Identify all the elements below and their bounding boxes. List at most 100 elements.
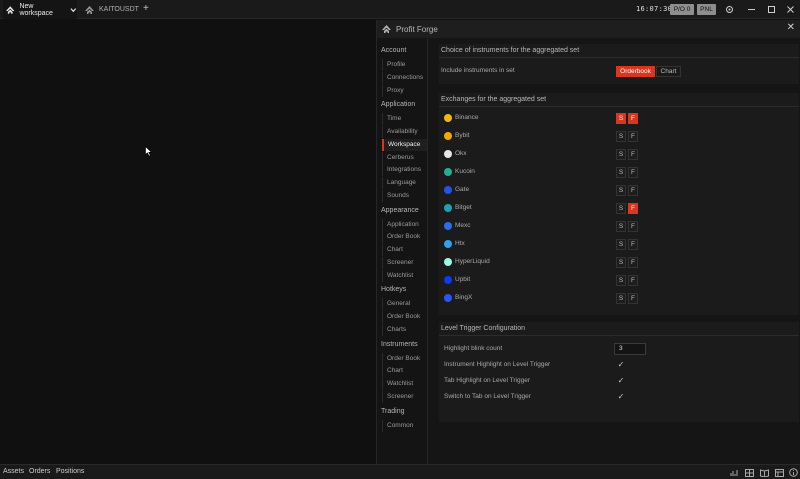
orderbook-option[interactable]: Orderbook [616,66,655,77]
level-trigger-section-title: Level Trigger Configuration [439,322,799,336]
spot-toggle[interactable]: S [616,185,626,196]
orders-tab[interactable]: Orders [29,468,50,475]
gear-icon[interactable] [725,5,734,14]
minimize-icon[interactable] [747,5,756,14]
nav-item-common[interactable]: Common [382,419,427,432]
spot-toggle[interactable]: S [616,239,626,250]
nav-group-application: Application [381,101,416,109]
assets-tab[interactable]: Assets [3,468,24,475]
nav-item-connections[interactable]: Connections [382,71,427,84]
book-icon[interactable] [760,469,769,477]
nav-item-screener[interactable]: Screener [382,390,427,403]
nav-item-watchlist[interactable]: Watchlist [382,378,427,390]
exchange-name: Okx [455,150,467,157]
settings-panel: Profit Forge ✕ Account Profile Connections… [376,20,800,464]
nav-item-availability[interactable]: Availability [382,126,427,138]
nav-group-hotkeys: Hotkeys [381,286,407,294]
spot-toggle[interactable]: S [616,293,626,304]
level-trigger-option-label: Switch to Tab on Level Trigger [444,393,531,400]
blink-count-input[interactable]: 3 [614,343,646,355]
futures-toggle[interactable]: F [628,275,638,286]
logo-icon [5,5,15,14]
futures-toggle[interactable]: F [628,203,638,214]
po-button[interactable]: P/O 0 [670,4,694,15]
bitget-icon [444,204,452,212]
add-tab-button[interactable]: + [143,3,149,14]
exchange-name: Binance [455,114,479,121]
spot-toggle[interactable]: S [616,149,626,160]
bybit-icon [444,132,452,140]
spot-toggle[interactable]: S [616,257,626,268]
nav-item-workspace[interactable]: Workspace [382,138,427,151]
nav-item-order-book[interactable]: Order Book [382,231,427,244]
futures-toggle[interactable]: F [628,185,638,196]
chart-icon[interactable] [730,469,739,477]
futures-toggle[interactable]: F [628,167,638,178]
nav-item-screener[interactable]: Screener [382,256,427,269]
upbit-icon [444,276,452,284]
positions-tab[interactable]: Positions [56,468,84,475]
exchanges-section-title: Exchanges for the aggregated set [439,93,799,107]
gate-icon [444,186,452,194]
panel-close-button[interactable]: ✕ [787,22,795,33]
futures-toggle[interactable]: F [628,293,638,304]
nav-item-watchlist[interactable]: Watchlist [382,269,427,282]
nav-item-order-book[interactable]: Order Book [382,352,427,365]
chevron-down-icon[interactable] [70,7,77,13]
exchange-name: BingX [455,294,473,301]
exchange-name: Htx [455,240,465,247]
nav-item-language[interactable]: Language [382,177,427,189]
nav-item-chart[interactable]: Chart [382,244,427,256]
nav-item-charts[interactable]: Charts [382,323,427,336]
nav-item-proxy[interactable]: Proxy [382,84,427,97]
nav-item-sounds[interactable]: Sounds [382,189,427,202]
nav-item-order-book[interactable]: Order Book [382,311,427,323]
futures-toggle[interactable]: F [628,149,638,160]
nav-item-integrations[interactable]: Integrations [382,164,427,177]
top-bar: New workspace KAITOUSDT + 16:07:30 P/O 0… [0,0,800,19]
check-icon[interactable]: ✓ [616,392,626,402]
tab-instrument[interactable]: KAITOUSDT [82,0,142,19]
spot-toggle[interactable]: S [616,203,626,214]
spot-toggle[interactable]: S [616,131,626,142]
spot-toggle[interactable]: S [616,221,626,232]
spot-toggle[interactable]: S [616,167,626,178]
nav-item-profile[interactable]: Profile [382,59,427,71]
spot-toggle[interactable]: S [616,113,626,124]
mexc-icon [444,222,452,230]
panel-title: Profit Forge [396,24,438,34]
maximize-icon[interactable] [767,5,776,14]
nav-item-application[interactable]: Application [382,218,427,231]
bottom-bar: Assets Orders Positions [0,464,800,479]
table-icon[interactable] [775,469,784,477]
chart-option[interactable]: Chart [656,66,681,77]
level-trigger-option-label: Instrument Highlight on Level Trigger [444,361,551,368]
settings-panel-header: Profit Forge ✕ [377,20,800,38]
info-icon[interactable] [789,468,798,477]
close-icon[interactable] [786,5,795,14]
level-trigger-section: Level Trigger Configuration Highlight bl… [439,322,799,422]
nav-item-cerberus[interactable]: Cerberus [382,151,427,164]
futures-toggle[interactable]: F [628,113,638,124]
workspace-area[interactable] [0,20,376,464]
futures-toggle[interactable]: F [628,221,638,232]
nav-item-chart[interactable]: Chart [382,365,427,378]
spot-toggle[interactable]: S [616,275,626,286]
blink-count-label: Highlight blink count [444,345,503,352]
cursor-icon [145,146,153,157]
futures-toggle[interactable]: F [628,239,638,250]
check-icon[interactable]: ✓ [616,376,626,386]
futures-toggle[interactable]: F [628,131,638,142]
logo-icon [382,25,391,33]
nav-item-general[interactable]: General [382,298,427,311]
check-icon[interactable]: ✓ [616,360,626,370]
nav-group-trading: Trading [381,407,405,415]
layout-icon[interactable] [745,469,754,477]
binance-icon [444,114,452,122]
tab-workspace-label: New workspace [19,2,53,17]
pnl-button[interactable]: PNL [697,4,716,15]
futures-toggle[interactable]: F [628,257,638,268]
logo-icon [85,5,94,14]
nav-item-time[interactable]: Time [382,113,427,126]
tab-workspace[interactable]: New workspace [3,0,77,19]
